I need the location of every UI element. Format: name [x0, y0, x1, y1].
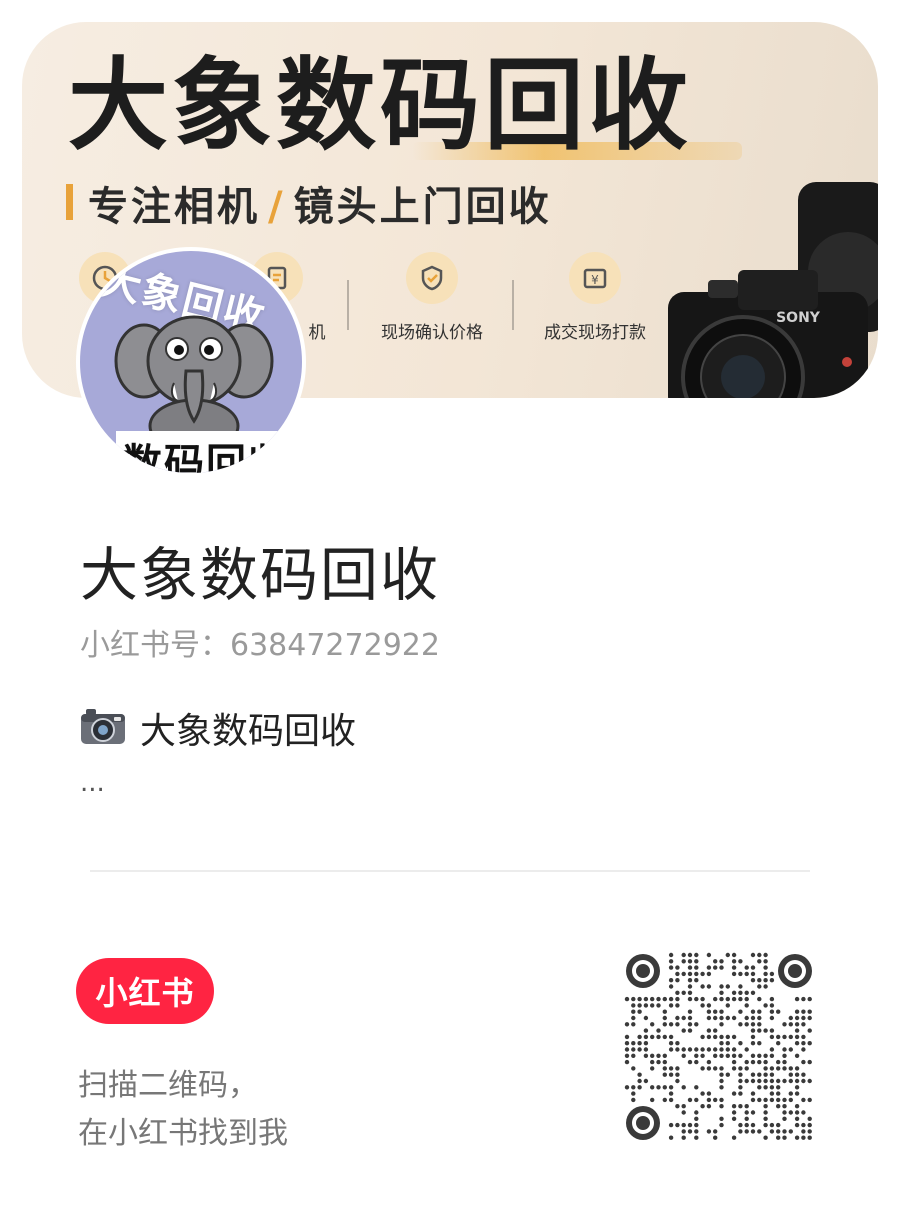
banner-feature-3: 现场确认价格	[357, 252, 507, 343]
profile-id: 小红书号：63847272922	[80, 628, 440, 663]
wallet-yen-icon: ¥	[569, 252, 621, 304]
banner-subtitle-b: 镜头上门回收	[293, 184, 552, 230]
shield-check-icon	[406, 252, 458, 304]
profile-name: 大象数码回收	[80, 541, 441, 609]
banner-subtitle: 专注相机 / 镜头上门回收	[88, 174, 552, 232]
bio: 大象数码回收	[80, 702, 356, 754]
bio-text: 大象数码回收	[140, 711, 357, 752]
camera-brand: SONY	[776, 310, 821, 326]
svg-text:¥: ¥	[591, 273, 599, 287]
feature-divider	[512, 280, 514, 330]
banner-accent-bar	[66, 184, 73, 220]
xiaohongshu-logo: 小红书	[76, 958, 214, 1024]
banner-feature-label: 现场确认价格	[381, 323, 483, 343]
camera-image: SONY	[648, 162, 878, 398]
scan-hint-line2: 在小红书找到我	[78, 1116, 288, 1151]
banner-subtitle-sep: /	[268, 184, 286, 230]
bio-more-ellipsis[interactable]: ...	[80, 768, 105, 798]
elephant-icon	[114, 315, 274, 451]
feature-divider	[347, 280, 349, 330]
avatar-bottom-text: 数码回收	[116, 431, 296, 473]
scan-hint-line1: 扫描二维码，	[78, 1068, 258, 1103]
avatar[interactable]: 大象回收 数码回收	[76, 247, 306, 477]
divider	[90, 870, 810, 872]
banner-title: 大象数码回收	[68, 47, 692, 164]
camera-icon	[80, 707, 126, 749]
qr-code-icon[interactable]	[624, 952, 814, 1142]
banner-subtitle-a: 专注相机	[88, 184, 260, 230]
